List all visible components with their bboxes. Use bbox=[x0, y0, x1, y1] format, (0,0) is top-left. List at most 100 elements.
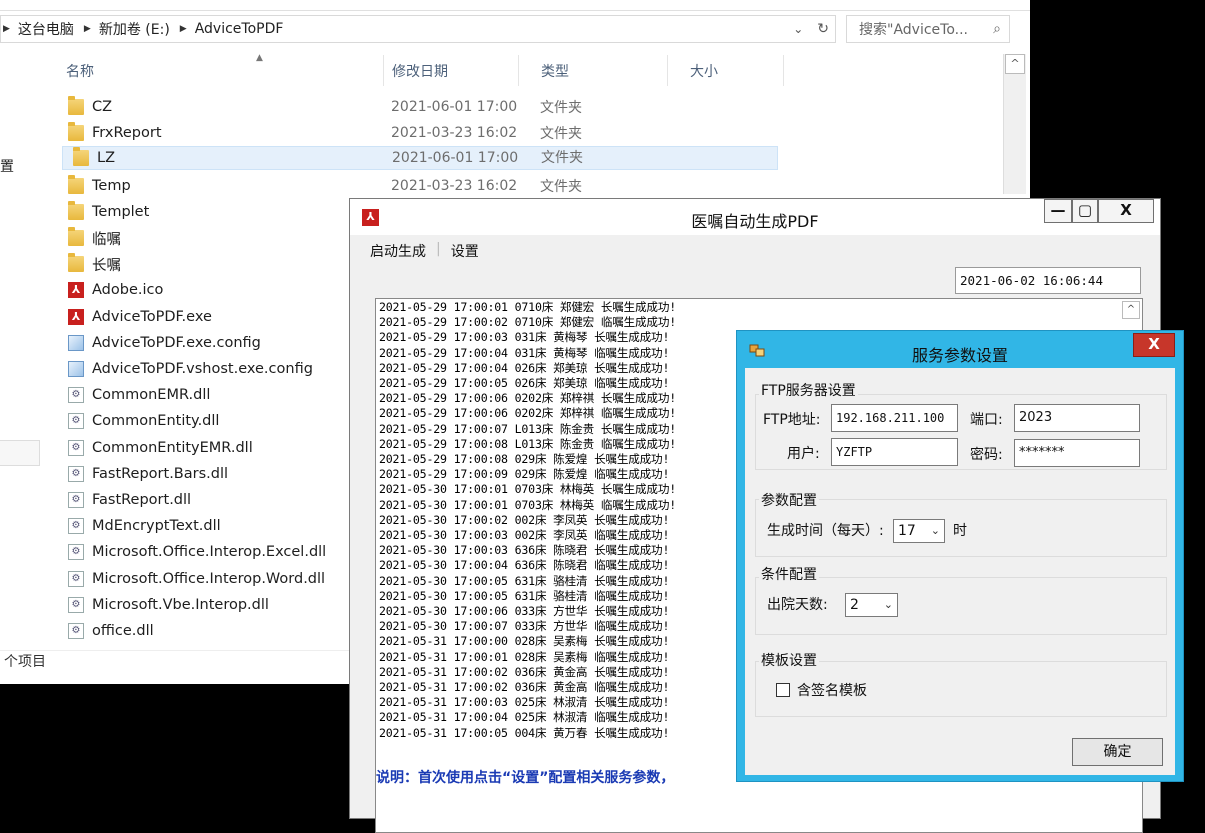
column-header-size[interactable]: 大小 bbox=[668, 55, 784, 86]
pdf-icon: ⅄ bbox=[68, 308, 84, 325]
password-label: 密码: bbox=[970, 447, 1003, 463]
dll-file-icon: ⚙ bbox=[68, 518, 84, 535]
config-file-icon bbox=[68, 361, 84, 377]
main-title-bar[interactable]: ⅄ 医嘱自动生成PDF — ▢ X bbox=[350, 199, 1160, 235]
discharge-days-select[interactable]: 2 ⌄ bbox=[845, 593, 898, 617]
discharge-days-value: 2 bbox=[850, 597, 859, 613]
dialog-body: FTP服务器设置 FTP地址: 192.168.211.100 端口: 2023… bbox=[745, 368, 1175, 775]
search-placeholder: 搜索"AdviceTo... bbox=[859, 22, 968, 38]
ok-button[interactable]: 确定 bbox=[1072, 738, 1163, 766]
file-row[interactable]: CZ 2021-06-01 17:00 文件夹 bbox=[62, 94, 778, 120]
signature-template-checkbox[interactable] bbox=[776, 683, 790, 697]
minimize-icon[interactable]: — bbox=[1044, 199, 1072, 223]
status-item-count: 个项目 bbox=[4, 654, 46, 670]
dll-file-icon: ⚙ bbox=[68, 413, 84, 430]
chevron-right-icon[interactable]: ▶ bbox=[180, 24, 187, 34]
file-name: Adobe.ico bbox=[92, 282, 164, 299]
search-icon[interactable]: ⌕ bbox=[993, 21, 1001, 37]
generate-time-select[interactable]: 17 ⌄ bbox=[893, 519, 945, 543]
column-header-date[interactable]: 修改日期 bbox=[370, 55, 519, 86]
dialog-title: 服务参数设置 bbox=[911, 346, 1008, 365]
file-type: 文件夹 bbox=[540, 100, 582, 116]
main-window-title: 医嘱自动生成PDF bbox=[691, 212, 819, 231]
file-row[interactable]: Temp 2021-03-23 16:02 文件夹 bbox=[62, 173, 778, 199]
file-name: Microsoft.Office.Interop.Excel.dll bbox=[92, 544, 327, 561]
scroll-up-icon[interactable]: ^ bbox=[1122, 301, 1140, 319]
file-name: 临嘱 bbox=[92, 231, 121, 248]
scroll-up-icon[interactable]: ^ bbox=[1005, 54, 1025, 74]
address-bar[interactable]: ▶ 这台电脑 ▶ 新加卷 (E:) ▶ AdviceToPDF ⌄ ↻ bbox=[0, 15, 836, 43]
file-name: Temp bbox=[92, 177, 131, 194]
config-file-icon bbox=[68, 334, 84, 351]
file-name: FastReport.Bars.dll bbox=[92, 465, 229, 482]
ftp-address-field[interactable]: 192.168.211.100 bbox=[831, 404, 958, 432]
user-field[interactable]: YZFTP bbox=[831, 438, 958, 466]
discharge-days-label: 出院天数: bbox=[767, 597, 828, 613]
file-modified-date: 2021-03-23 16:02 bbox=[391, 125, 518, 142]
generate-time-label: 生成时间（每天）: bbox=[767, 523, 884, 539]
search-input[interactable]: 搜索"AdviceTo... ⌕ bbox=[846, 15, 1010, 43]
chevron-right-icon[interactable]: ▶ bbox=[84, 24, 91, 34]
chevron-right-icon[interactable]: ▶ bbox=[3, 24, 10, 34]
folder-icon bbox=[68, 200, 84, 220]
dll-file-icon: ⚙ bbox=[68, 439, 84, 456]
usage-notice: 说明：首次使用点击“设置”配置相关服务参数， bbox=[376, 770, 675, 786]
file-name: AdviceToPDF.vshost.exe.config bbox=[92, 361, 313, 377]
column-header-type-label: 类型 bbox=[541, 63, 569, 80]
folder-icon bbox=[68, 253, 84, 273]
file-name: Microsoft.Office.Interop.Word.dll bbox=[92, 570, 326, 587]
breadcrumb-this-pc[interactable]: 这台电脑 bbox=[18, 19, 74, 39]
file-type: 文件夹 bbox=[540, 178, 582, 195]
dll-file-icon: ⚙ bbox=[68, 465, 84, 482]
file-name: CommonEntity.dll bbox=[92, 413, 220, 430]
chevron-down-icon[interactable]: ⌄ bbox=[931, 520, 940, 542]
dll-file-icon: ⚙ bbox=[68, 387, 84, 404]
folder-icon bbox=[68, 227, 84, 246]
pdf-icon: ⅄ bbox=[68, 282, 84, 299]
file-name: Microsoft.Vbe.Interop.dll bbox=[92, 596, 269, 613]
password-field[interactable]: ******* bbox=[1014, 439, 1140, 467]
file-name: CommonEMR.dll bbox=[92, 387, 211, 404]
menu-bar: 启动生成 | 设置 bbox=[360, 241, 489, 261]
close-icon[interactable]: X bbox=[1133, 333, 1175, 357]
column-header-date-label: 修改日期 bbox=[392, 63, 448, 80]
maximize-icon[interactable]: ▢ bbox=[1072, 199, 1098, 223]
folder-icon bbox=[68, 122, 84, 142]
nav-pane-fragment[interactable]: 置 bbox=[0, 156, 14, 176]
chevron-down-icon[interactable]: ⌄ bbox=[884, 594, 893, 616]
file-name: MdEncryptText.dll bbox=[92, 518, 221, 535]
column-header-name[interactable]: ▲ 名称 bbox=[44, 53, 384, 86]
file-name: AdviceToPDF.exe.config bbox=[92, 334, 261, 351]
refresh-icon[interactable]: ↻ bbox=[817, 21, 829, 37]
breadcrumb-advicetopdf[interactable]: AdviceToPDF bbox=[195, 21, 284, 37]
folder-icon bbox=[73, 147, 89, 167]
explorer-vertical-scrollbar[interactable]: ^ bbox=[1003, 54, 1026, 194]
history-dropdown-icon[interactable]: ⌄ bbox=[793, 22, 803, 36]
dll-file-icon: ⚙ bbox=[68, 623, 84, 639]
column-header-type[interactable]: 类型 bbox=[519, 55, 668, 86]
close-icon[interactable]: X bbox=[1098, 199, 1154, 223]
file-type: 文件夹 bbox=[541, 150, 583, 167]
ftp-address-label: FTP地址: bbox=[763, 412, 821, 428]
file-name: LZ bbox=[97, 150, 116, 167]
dll-file-icon: ⚙ bbox=[68, 544, 84, 561]
file-modified-date: 2021-06-01 17:00 bbox=[391, 99, 518, 115]
signature-template-label[interactable]: 含签名模板 bbox=[797, 680, 867, 700]
folder-icon bbox=[68, 96, 84, 115]
file-row[interactable]: FrxReport 2021-03-23 16:02 文件夹 bbox=[62, 120, 778, 146]
nav-pane-item[interactable] bbox=[0, 440, 40, 466]
folder-icon bbox=[68, 174, 84, 194]
menu-settings[interactable]: 设置 bbox=[441, 241, 489, 261]
menu-start-generate[interactable]: 启动生成 bbox=[360, 241, 436, 261]
file-type: 文件夹 bbox=[540, 126, 582, 143]
port-field[interactable]: 2023 bbox=[1014, 404, 1140, 432]
file-row[interactable]: LZ 2021-06-01 17:00 文件夹 bbox=[62, 146, 778, 171]
file-name: office.dll bbox=[92, 623, 154, 639]
column-header-size-label: 大小 bbox=[690, 63, 718, 80]
user-label: 用户: bbox=[787, 446, 820, 462]
breadcrumb-drive-e[interactable]: 新加卷 (E:) bbox=[99, 19, 170, 39]
service-settings-dialog: 服务参数设置 X FTP服务器设置 FTP地址: 192.168.211.100… bbox=[736, 330, 1184, 782]
column-header-name-label: 名称 bbox=[66, 63, 94, 80]
file-name: CZ bbox=[92, 99, 113, 115]
file-name: Templet bbox=[92, 203, 150, 220]
